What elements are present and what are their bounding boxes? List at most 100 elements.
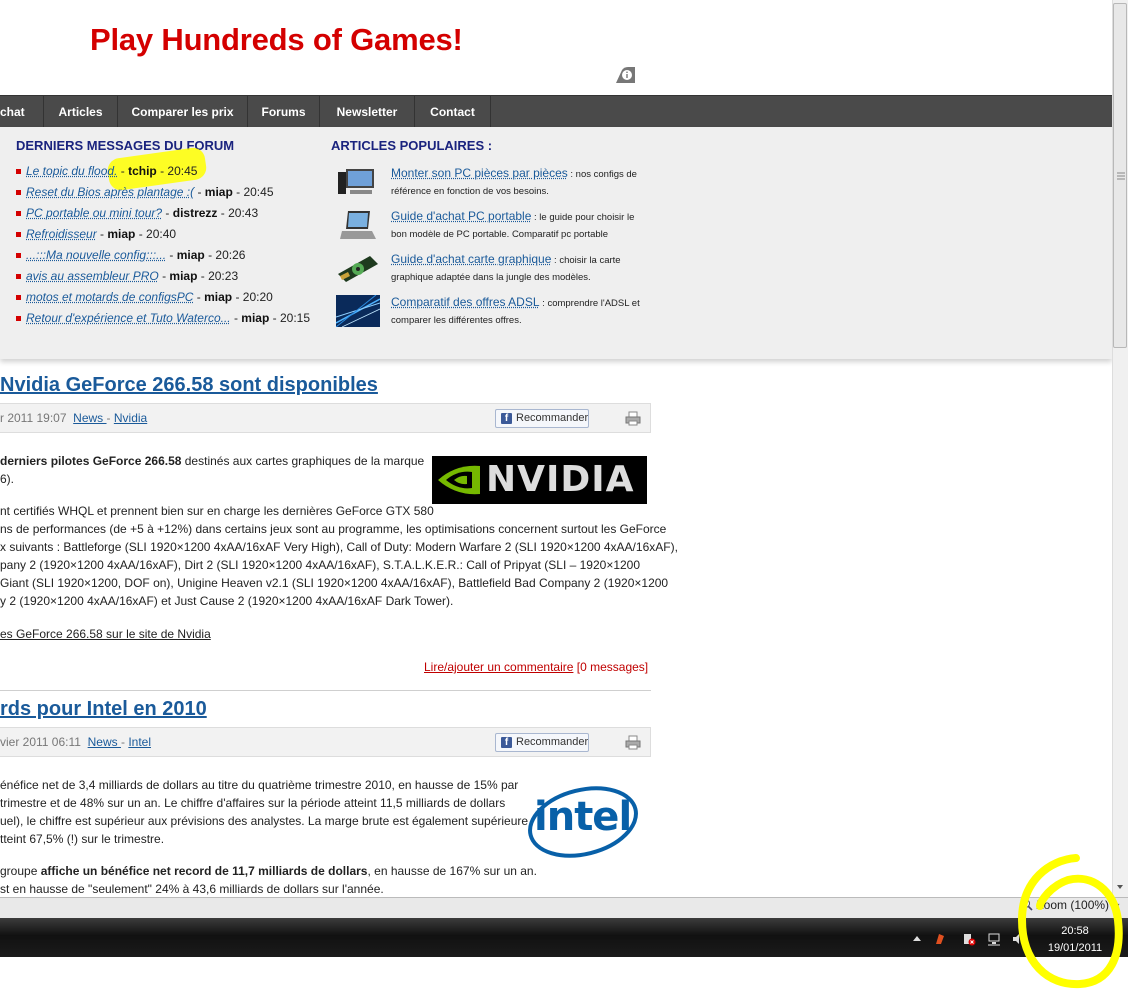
forum-topic-link[interactable]: avis au assembleur PRO — [26, 269, 159, 283]
comment-count: [0 messages] — [573, 660, 649, 674]
forum-topic-link[interactable]: Retour d'expérience et Tuto Waterco... — [26, 311, 231, 325]
forum-topic-link[interactable]: motos et motards de configsPC — [26, 290, 193, 304]
bullet-icon — [16, 316, 21, 322]
bullet-icon — [16, 190, 21, 196]
forum-sep: - — [96, 227, 108, 241]
forum-sep: - — [158, 269, 170, 283]
network-icon[interactable] — [987, 932, 1001, 946]
forum-author: miap — [169, 269, 198, 283]
facebook-recommend-button[interactable]: f Recommander — [495, 733, 589, 752]
nvidia-logo[interactable]: NVIDIA — [432, 456, 647, 504]
popular-article-text: Comparatif des offres ADSL : comprendre … — [391, 294, 651, 329]
nav-item-newsletter[interactable]: Newsletter — [320, 96, 415, 128]
article-intro-bold: derniers pilotes GeForce 266.58 — [0, 454, 182, 468]
forum-time: - 20:43 — [217, 206, 259, 220]
popular-heading: ARTICLES POPULAIRES : — [331, 138, 493, 153]
forum-sep: - — [166, 248, 177, 262]
article-text-line: x suivants : Battleforge (SLI 1920×1200 … — [0, 540, 678, 554]
forum-item: PC portable ou mini tour? - distrezz - 2… — [16, 206, 258, 220]
popular-article-link[interactable]: Monter son PC pièces par pièces — [391, 166, 568, 180]
forum-sep: - — [193, 290, 205, 304]
category-link-news[interactable]: News — [73, 411, 106, 425]
screen-bottom-margin — [0, 957, 1128, 991]
article-date: r 2011 19:07 — [0, 411, 67, 425]
intel-logo[interactable]: intel — [526, 782, 640, 858]
facebook-recommend-button[interactable]: f Recommander — [495, 409, 589, 428]
print-icon[interactable] — [625, 411, 641, 426]
article-title[interactable]: Nvidia GeForce 266.58 sont disponibles — [0, 374, 378, 397]
article-text-pre: groupe — [0, 864, 41, 878]
article-text-line: ns de performances (de +5 à +12%) dans c… — [0, 522, 667, 536]
nvidia-wordmark: NVIDIA — [486, 459, 635, 500]
action-center-alert-icon[interactable] — [962, 932, 976, 946]
source-link[interactable]: es GeForce 266.58 sur le site de Nvidia — [0, 625, 211, 643]
article-title[interactable]: rds pour Intel en 2010 — [0, 698, 207, 721]
category-link-nvidia[interactable]: Nvidia — [114, 411, 147, 425]
article-meta: r 2011 19:07 News - Nvidia — [0, 411, 147, 425]
article-text-post: , en hausse de 167% sur un an. — [367, 864, 537, 878]
forum-topic-link[interactable]: Refroidisseur — [26, 227, 97, 241]
facebook-recommend-label: Recommander — [516, 736, 589, 748]
graphics-card-thumbnail[interactable] — [336, 252, 380, 284]
windows-taskbar — [0, 918, 1128, 957]
bullet-icon — [16, 295, 21, 301]
forum-topic-link[interactable]: Reset du Bios après plantage :( — [26, 185, 194, 199]
forum-item: motos et motards de configsPC - miap - 2… — [16, 290, 273, 304]
category-link-intel[interactable]: Intel — [128, 735, 151, 749]
popular-article-link[interactable]: Guide d'achat PC portable — [391, 209, 531, 223]
forum-item: ...:::Ma nouvelle config:::... - miap - … — [16, 248, 245, 262]
article-text-line: st en hausse de "seulement" 24% à 43,6 m… — [0, 882, 384, 896]
article-meta-bar: vier 2011 06:11 News - Intel f Recommande… — [0, 727, 651, 757]
nav-item-comparer-prix[interactable]: Comparer les prix — [118, 96, 248, 128]
forum-author: miap — [176, 248, 205, 262]
article-text-line: trimestre et de 48% sur un an. Le chiffr… — [0, 796, 506, 810]
forum-author: distrezz — [172, 206, 218, 220]
forum-time: - 20:45 — [156, 164, 198, 178]
article-text-line: énéfice net de 3,4 milliards de dollars … — [0, 778, 519, 792]
forum-topic-link[interactable]: ...:::Ma nouvelle config:::... — [26, 248, 166, 262]
nav-item-forums[interactable]: Forums — [248, 96, 320, 128]
forum-time: - 20:23 — [197, 269, 239, 283]
article-text-line: derniers pilotes GeForce 266.58 destinés… — [0, 452, 424, 470]
print-icon[interactable] — [625, 735, 641, 750]
info-icon[interactable] — [614, 66, 636, 84]
forum-time: - 20:26 — [204, 248, 246, 262]
comment-link[interactable]: Lire/ajouter un commentaire — [424, 660, 573, 674]
grip-icon — [1117, 172, 1125, 180]
show-hidden-icons-arrow-icon[interactable] — [910, 932, 924, 946]
article-text-line: pany 2 (1920×1200 4xAA/16xAF), Dirt 2 (S… — [0, 558, 641, 572]
category-sep: - — [106, 411, 114, 425]
laptop-thumbnail[interactable] — [336, 209, 380, 241]
nav-item-contact[interactable]: Contact — [415, 96, 491, 128]
forum-topic-link[interactable]: Le topic du flood. — [26, 164, 117, 178]
forum-time: - 20:20 — [232, 290, 273, 304]
article-text-line: uel), le chiffre est supérieur aux prévi… — [0, 814, 529, 828]
article-text-line: nt certifiés WHQL et prennent bien sur e… — [0, 504, 434, 518]
banner-title[interactable]: Play Hundreds of Games! — [90, 22, 463, 58]
desktop-pc-thumbnail[interactable] — [336, 166, 380, 198]
forum-time: - 20:40 — [135, 227, 177, 241]
popular-article-text: Guide d'achat carte graphique : choisir … — [391, 251, 651, 286]
forum-topic-link[interactable]: PC portable ou mini tour? — [26, 206, 162, 220]
article-text-line: tteint 67,5% (!) sur le trimestre. — [0, 832, 165, 846]
forum-sep: - — [162, 206, 173, 220]
forum-author: miap — [204, 290, 233, 304]
forum-time: - 20:45 — [232, 185, 274, 199]
forum-sep: - — [194, 185, 205, 199]
bullet-icon — [16, 211, 21, 217]
nav-item-achat[interactable]: chat — [0, 96, 44, 128]
article-text-line: 6). — [0, 472, 15, 486]
popular-article-link[interactable]: Guide d'achat carte graphique — [391, 252, 551, 266]
forum-sep: - — [117, 164, 129, 178]
adsl-thumbnail[interactable] — [336, 295, 380, 327]
scrollbar-thumb[interactable] — [1113, 3, 1127, 348]
popular-article-link[interactable]: Comparatif des offres ADSL — [391, 295, 540, 309]
category-link-news[interactable]: News — [88, 735, 121, 749]
forum-item: Refroidisseur - miap - 20:40 — [16, 227, 176, 241]
nav-item-articles[interactable]: Articles — [44, 96, 118, 128]
forum-item: Reset du Bios après plantage :( - miap -… — [16, 185, 274, 199]
flag-tray-icon[interactable] — [933, 932, 947, 946]
forum-item: Le topic du flood. - tchip - 20:45 — [16, 164, 197, 178]
article-date: vier 2011 06:11 — [0, 735, 81, 749]
forum-author: tchip — [128, 164, 157, 178]
